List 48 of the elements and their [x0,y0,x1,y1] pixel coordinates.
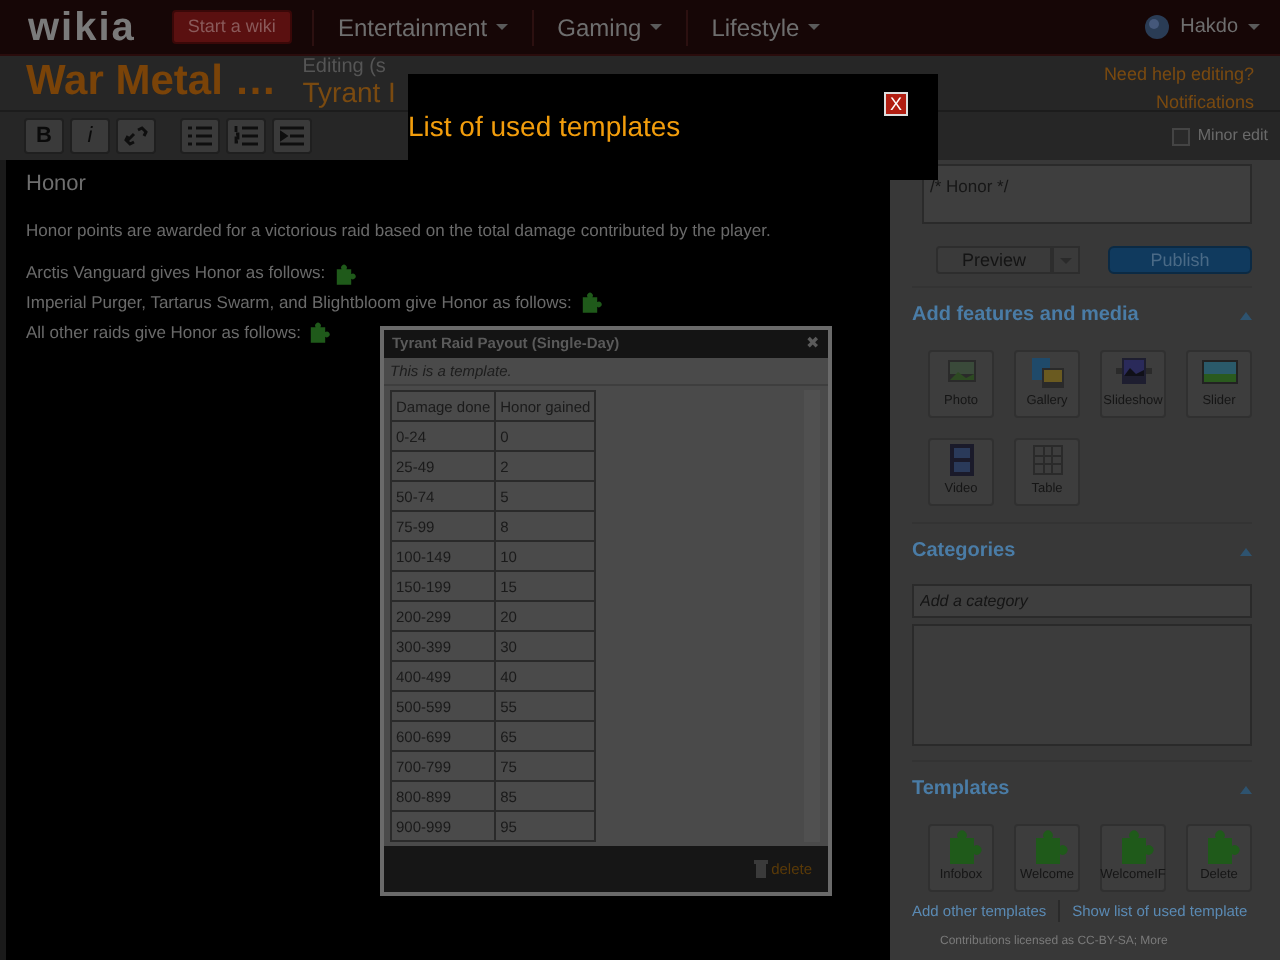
paragraph: Arctis Vanguard gives Honor as follows: [26,260,326,286]
numbered-list-icon [234,126,258,146]
numbered-list-button[interactable] [226,118,266,154]
logo[interactable]: wikia [28,0,136,57]
caret-icon [649,24,662,30]
paragraph: All other raids give Honor as follows: [26,319,301,345]
caret-icon [1248,24,1260,30]
collapse-icon[interactable] [1240,547,1252,555]
slider-icon [1201,356,1237,389]
trash-icon [753,860,768,879]
section-title[interactable]: Categories [912,536,1016,566]
collapse-icon[interactable] [1240,785,1252,793]
gallery-icon [1029,356,1065,389]
puzzle-icon [306,320,331,345]
close-button[interactable]: X [884,92,908,116]
puzzle-icon [577,290,602,315]
help-link[interactable]: Need help editing? [1103,64,1254,84]
avatar-icon[interactable] [1144,14,1171,40]
section-title[interactable]: Templates [912,774,1010,804]
paragraph: Imperial Purger, Tartarus Swarm, and Blightbloom give Honor as follows: [26,289,572,316]
user-name[interactable]: Hakdo [1180,12,1238,42]
paragraph: Honor points are awarded for a victorious raid based on the total damage contributed by the player. [26,218,773,245]
modal-title: List of used templates [408,108,681,146]
article-heading: Honor [26,172,88,199]
collapse-icon[interactable] [1240,311,1252,319]
wiki-title[interactable]: War Metal … [26,56,277,108]
bullet-list-button[interactable] [180,118,220,154]
nav-menu[interactable]: Lifestyle [685,9,844,45]
nav-menu[interactable]: Entertainment [311,9,532,45]
page-title: Tyrant I [302,78,396,108]
nav-menu[interactable]: Gaming [531,9,686,45]
minor-edit-label: Minor edit [1197,124,1268,148]
puzzle-icon [331,261,356,286]
indent-icon [280,126,304,146]
link-icon [124,126,148,146]
slideshow-icon [1115,356,1151,389]
caret-icon [495,24,508,30]
scrollbar[interactable] [804,390,820,843]
close-button[interactable]: ✖ [806,336,820,352]
publish-button[interactable]: Publish [1108,246,1252,274]
bullet-list-icon [188,126,212,146]
section-title[interactable]: Add features and media [912,300,1139,330]
help-link[interactable]: Notifications [1155,92,1254,112]
start-wiki-button[interactable]: Start a wiki [171,9,292,45]
minor-edit-checkbox[interactable] [1171,127,1190,145]
indent-button[interactable] [272,118,312,154]
link-button[interactable] [116,118,156,154]
caret-icon [807,24,820,30]
